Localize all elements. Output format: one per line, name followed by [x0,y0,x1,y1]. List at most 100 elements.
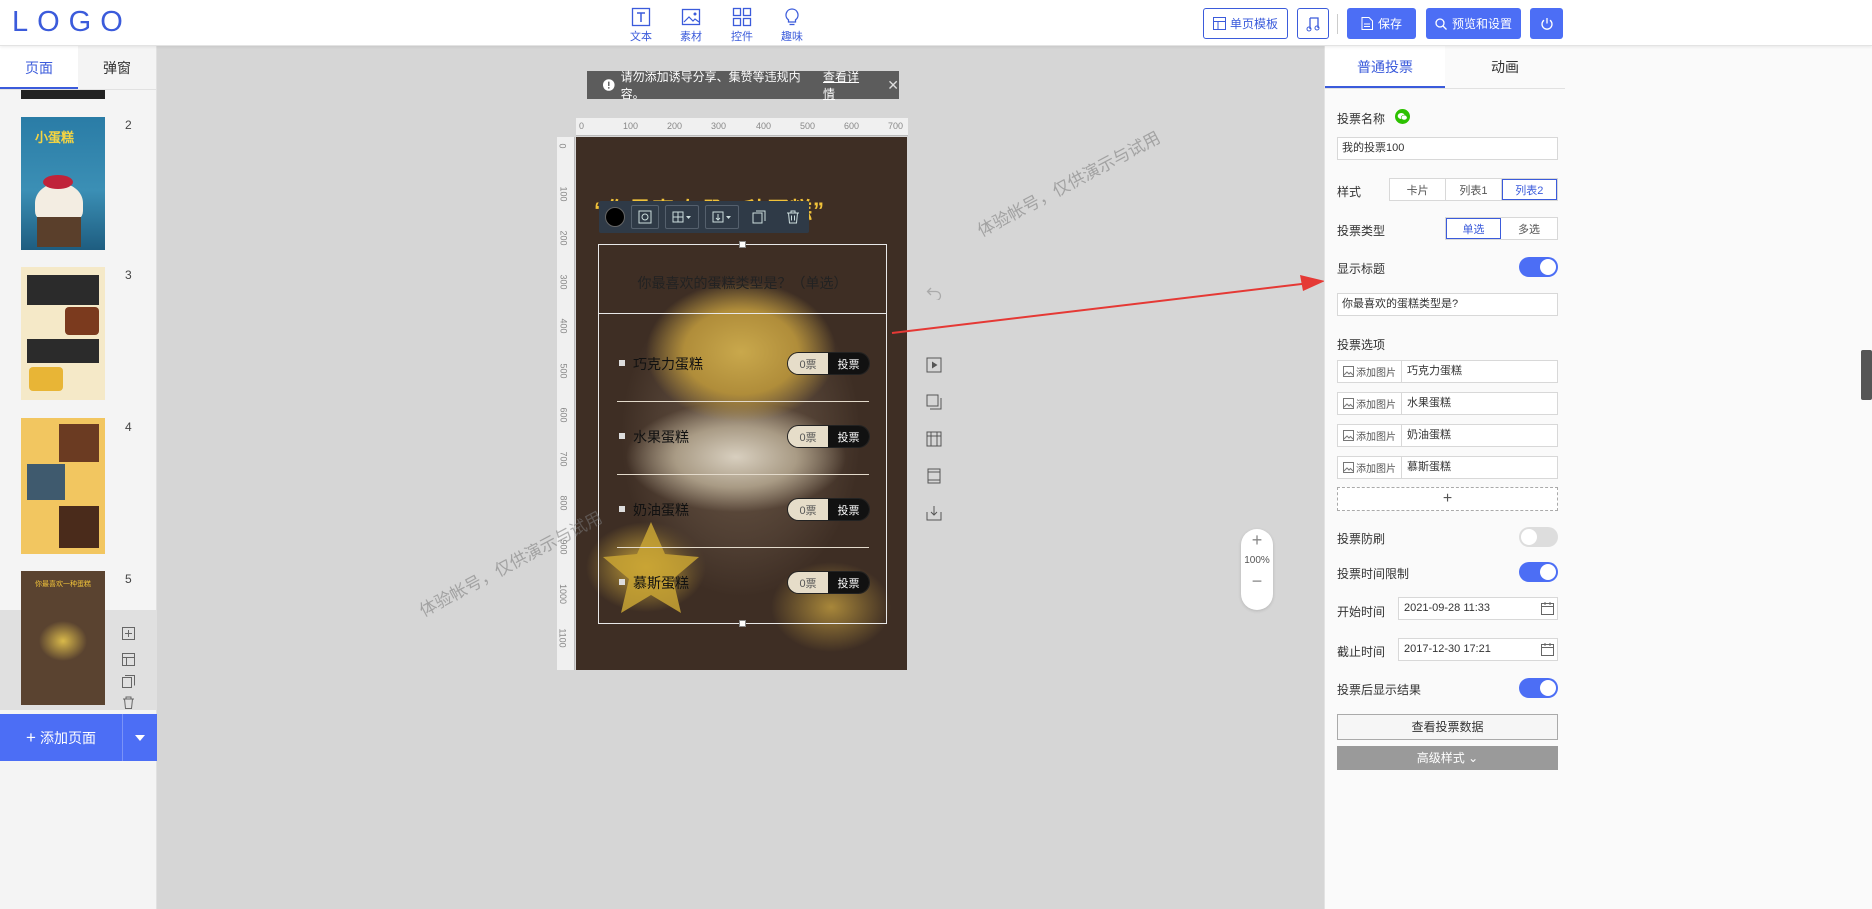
option-name: 水果蛋糕 [633,429,689,445]
add-page-bar: + 添加页面 [0,714,157,761]
tab-animation[interactable]: 动画 [1445,46,1565,88]
page-thumbnail-3[interactable] [21,267,105,400]
add-option-button[interactable]: + [1337,487,1558,511]
page-thumbnail-list: 小蛋糕 2 3 4 你最喜欢一种蛋糕 5 [0,90,157,710]
duplicate-button[interactable] [745,205,773,229]
style-selector: 卡片 列表1 列表2 [1389,178,1558,201]
view-vote-data-button[interactable]: 查看投票数据 [1337,714,1558,740]
play-icon[interactable] [925,356,943,374]
replace-button[interactable] [631,205,659,229]
image-add-icon [1343,398,1354,409]
delete-page-icon[interactable] [122,696,135,709]
panel-scroll-handle[interactable] [1861,350,1872,400]
option-input[interactable]: 奶油蛋糕 [1402,424,1558,447]
text-block [27,339,99,363]
option-input[interactable]: 慕斯蛋糕 [1402,456,1558,479]
vote-type-label: 投票类型 [1337,224,1386,238]
style-list2[interactable]: 列表2 [1501,179,1557,200]
undo-icon[interactable] [925,284,943,302]
zoom-in-button[interactable]: + [1241,529,1273,551]
vote-button[interactable]: 投票 [828,426,869,447]
add-page-button[interactable]: + 添加页面 [0,714,123,761]
add-image-button[interactable]: 添加图片 [1337,392,1402,415]
tab-pages[interactable]: 页面 [0,46,78,89]
option-input[interactable]: 水果蛋糕 [1402,392,1558,415]
resize-handle-bottom[interactable] [739,620,746,627]
show-result-toggle[interactable] [1519,678,1558,698]
calendar-icon[interactable] [1541,602,1554,615]
music-button[interactable] [1297,8,1329,39]
page-thumbnail-4[interactable] [21,418,105,554]
text-icon [631,7,651,27]
grid-icon[interactable] [925,430,943,448]
time-limit-toggle[interactable] [1519,562,1558,582]
save-button[interactable]: 保存 [1347,8,1416,39]
show-title-toggle[interactable] [1519,257,1558,277]
add-page-icon[interactable] [122,627,135,640]
property-panel: 普通投票 动画 投票名称 我的投票100 样式 卡片 列表1 列表2 投票类型 … [1324,46,1872,909]
option-input[interactable]: 巧克力蛋糕 [1402,360,1558,383]
vote-name-input[interactable]: 我的投票100 [1337,137,1558,160]
tool-image[interactable]: 素材 [671,7,711,44]
calendar-icon[interactable] [1541,643,1554,656]
add-page-dropdown[interactable] [123,714,157,761]
add-image-button[interactable]: 添加图片 [1337,360,1402,383]
swap-icon [638,210,652,224]
vote-widget[interactable]: 你最喜欢的蛋糕类型是？（单选） 巧克力蛋糕 0票 投票 水果蛋糕 0票 投票 奶油蛋… [598,241,887,627]
plus-icon: + [26,727,36,747]
wechat-icon[interactable] [1395,109,1410,124]
vote-button[interactable]: 投票 [828,572,869,593]
vote-count: 0票 [788,572,828,593]
divider [599,313,886,314]
start-time-input[interactable]: 2021-09-28 11:33 [1398,597,1558,620]
end-time-input[interactable]: 2017-12-30 17:21 [1398,638,1558,661]
mobile-preview-icon[interactable] [925,467,943,485]
page-thumbnail-5[interactable]: 你最喜欢一种蛋糕 [21,571,105,705]
anti-brush-toggle[interactable] [1519,527,1558,547]
vote-button[interactable]: 投票 [828,499,869,520]
tool-text[interactable]: 文本 [621,7,661,44]
vote-pill: 0票 投票 [787,425,870,448]
start-time-label: 开始时间 [1337,605,1386,619]
close-icon[interactable]: ✕ [887,77,899,94]
layers-icon[interactable] [925,393,943,411]
top-bar: LOGO 文本 素材 控件 趣味 单页模板 保存 预览和设置 [0,0,1872,46]
option-bullet [619,360,625,366]
copy-icon [752,210,766,224]
add-image-button[interactable]: 添加图片 [1337,424,1402,447]
search-icon [1435,17,1447,30]
zoom-level: 100% [1244,555,1270,566]
download-icon[interactable] [925,504,943,522]
single-page-template-button[interactable]: 单页模板 [1203,8,1288,39]
add-image-button[interactable]: 添加图片 [1337,456,1402,479]
notice-details-link[interactable]: 查看详情 [823,68,869,102]
zoom-out-button[interactable]: − [1241,570,1273,592]
resize-handle-top[interactable] [739,241,746,248]
tab-normal-vote[interactable]: 普通投票 [1325,46,1445,88]
vote-button[interactable]: 投票 [828,353,869,374]
style-list1[interactable]: 列表1 [1446,179,1502,200]
delete-button[interactable] [779,205,807,229]
widgets-icon [732,7,752,27]
vote-pill: 0票 投票 [787,571,870,594]
align-horizontal-button[interactable] [665,205,699,229]
sidebar-tabs: 页面 弹窗 [0,46,156,90]
advanced-style-button[interactable]: 高级样式 ⌄ [1337,746,1558,770]
page-thumbnail-2[interactable]: 小蛋糕 [21,117,105,250]
style-card[interactable]: 卡片 [1390,179,1447,200]
align-vertical-button[interactable] [705,205,739,229]
page-thumbnail-previous[interactable] [21,90,105,99]
tool-widgets[interactable]: 控件 [722,7,762,44]
preview-settings-button[interactable]: 预览和设置 [1426,8,1521,39]
title-input[interactable]: 你最喜欢的蛋糕类型是? [1337,293,1558,316]
exit-button[interactable] [1530,8,1563,39]
copy-page-icon[interactable] [122,675,135,688]
tab-popups[interactable]: 弹窗 [78,46,156,89]
end-time-label: 截止时间 [1337,645,1386,659]
vote-options-label: 投票选项 [1337,338,1386,352]
type-multiple[interactable]: 多选 [1501,218,1557,239]
type-single[interactable]: 单选 [1446,218,1502,239]
page-template-icon[interactable] [122,653,135,666]
color-picker[interactable] [605,207,625,227]
tool-fun[interactable]: 趣味 [772,7,812,44]
